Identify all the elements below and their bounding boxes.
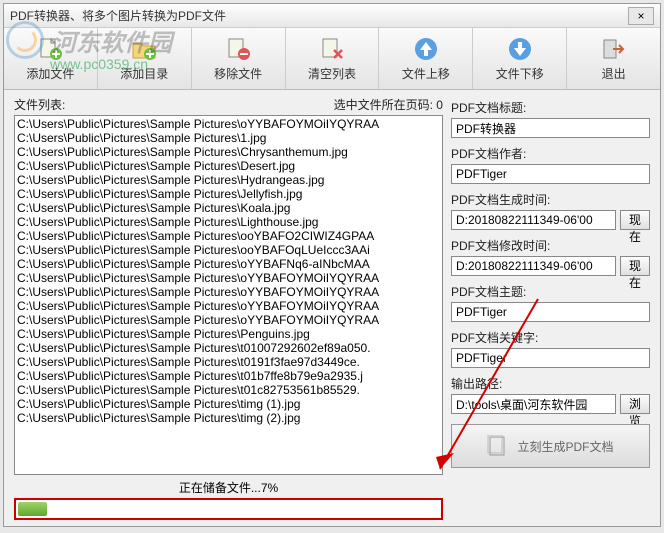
list-item[interactable]: C:\Users\Public\Pictures\Sample Pictures…	[17, 299, 440, 313]
arrow-up-icon	[413, 36, 439, 62]
file-list-label: 文件列表:	[14, 96, 65, 113]
pdf-author-input[interactable]	[451, 164, 650, 184]
arrow-down-icon	[507, 36, 533, 62]
list-item[interactable]: C:\Users\Public\Pictures\Sample Pictures…	[17, 313, 440, 327]
pdf-icon	[487, 435, 509, 457]
browse-button[interactable]: 浏览	[620, 394, 650, 414]
content: 文件列表: 选中文件所在页码: 0 C:\Users\Public\Pictur…	[4, 90, 660, 526]
list-item[interactable]: C:\Users\Public\Pictures\Sample Pictures…	[17, 215, 440, 229]
file-list[interactable]: C:\Users\Public\Pictures\Sample Pictures…	[14, 115, 443, 475]
list-item[interactable]: C:\Users\Public\Pictures\Sample Pictures…	[17, 243, 440, 257]
pdf-title-input[interactable]	[451, 118, 650, 138]
folder-icon	[131, 36, 157, 62]
progress-text: 正在储备文件...7%	[14, 479, 443, 496]
add-file-label: 添加文件	[26, 65, 74, 82]
add-file-button[interactable]: 添加文件	[4, 28, 98, 89]
clear-icon	[319, 36, 345, 62]
list-item[interactable]: C:\Users\Public\Pictures\Sample Pictures…	[17, 411, 440, 425]
progress-bar-fill	[18, 502, 47, 516]
pdf-author-label: PDF文档作者:	[451, 145, 650, 162]
add-file-icon	[37, 36, 63, 62]
modified-now-button[interactable]: 现在	[620, 256, 650, 276]
progress-bar-container	[14, 498, 443, 520]
clear-list-button[interactable]: 清空列表	[286, 28, 380, 89]
left-panel: 文件列表: 选中文件所在页码: 0 C:\Users\Public\Pictur…	[4, 90, 449, 526]
close-button[interactable]: ×	[628, 7, 654, 25]
pdf-subject-input[interactable]	[451, 302, 650, 322]
generate-label: 立刻生成PDF文档	[517, 438, 613, 455]
pdf-created-label: PDF文档生成时间:	[451, 191, 650, 208]
exit-label: 退出	[602, 65, 626, 82]
output-path-input[interactable]	[451, 394, 616, 414]
add-dir-button[interactable]: 添加目录	[98, 28, 192, 89]
page-number-wrap: 选中文件所在页码: 0	[334, 96, 443, 113]
created-now-button[interactable]: 现在	[620, 210, 650, 230]
pdf-subject-label: PDF文档主题:	[451, 283, 650, 300]
right-panel: PDF文档标题: PDF文档作者: PDF文档生成时间: 现在 PDF文档修改时…	[449, 90, 660, 526]
file-down-label: 文件下移	[496, 65, 544, 82]
remove-file-button[interactable]: 移除文件	[192, 28, 286, 89]
file-up-label: 文件上移	[402, 65, 450, 82]
pdf-keywords-input[interactable]	[451, 348, 650, 368]
pdf-title-label: PDF文档标题:	[451, 99, 650, 116]
list-item[interactable]: C:\Users\Public\Pictures\Sample Pictures…	[17, 173, 440, 187]
remove-icon	[225, 36, 251, 62]
pdf-modified-input[interactable]	[451, 256, 616, 276]
list-item[interactable]: C:\Users\Public\Pictures\Sample Pictures…	[17, 271, 440, 285]
list-item[interactable]: C:\Users\Public\Pictures\Sample Pictures…	[17, 341, 440, 355]
close-icon: ×	[637, 9, 644, 23]
list-item[interactable]: C:\Users\Public\Pictures\Sample Pictures…	[17, 397, 440, 411]
list-item[interactable]: C:\Users\Public\Pictures\Sample Pictures…	[17, 285, 440, 299]
file-down-button[interactable]: 文件下移	[473, 28, 567, 89]
output-path-label: 输出路径:	[451, 375, 650, 392]
exit-button[interactable]: 退出	[567, 28, 660, 89]
clear-list-label: 清空列表	[308, 65, 356, 82]
list-item[interactable]: C:\Users\Public\Pictures\Sample Pictures…	[17, 257, 440, 271]
list-item[interactable]: C:\Users\Public\Pictures\Sample Pictures…	[17, 369, 440, 383]
pdf-created-input[interactable]	[451, 210, 616, 230]
list-item[interactable]: C:\Users\Public\Pictures\Sample Pictures…	[17, 229, 440, 243]
pdf-keywords-label: PDF文档关键字:	[451, 329, 650, 346]
list-item[interactable]: C:\Users\Public\Pictures\Sample Pictures…	[17, 187, 440, 201]
add-dir-label: 添加目录	[120, 65, 168, 82]
generate-pdf-button[interactable]: 立刻生成PDF文档	[451, 424, 650, 468]
remove-file-label: 移除文件	[214, 65, 262, 82]
page-value: 0	[436, 98, 443, 112]
list-item[interactable]: C:\Users\Public\Pictures\Sample Pictures…	[17, 159, 440, 173]
list-item[interactable]: C:\Users\Public\Pictures\Sample Pictures…	[17, 355, 440, 369]
window-title: PDF转换器、将多个图片转换为PDF文件	[10, 7, 628, 24]
list-item[interactable]: C:\Users\Public\Pictures\Sample Pictures…	[17, 131, 440, 145]
list-item[interactable]: C:\Users\Public\Pictures\Sample Pictures…	[17, 201, 440, 215]
toolbar: 添加文件 添加目录 移除文件 清空列表 文件上移 文件下移 退出	[4, 28, 660, 90]
list-item[interactable]: C:\Users\Public\Pictures\Sample Pictures…	[17, 145, 440, 159]
exit-icon	[601, 36, 627, 62]
list-item[interactable]: C:\Users\Public\Pictures\Sample Pictures…	[17, 327, 440, 341]
list-item[interactable]: C:\Users\Public\Pictures\Sample Pictures…	[17, 117, 440, 131]
titlebar: PDF转换器、将多个图片转换为PDF文件 ×	[4, 4, 660, 28]
page-label: 选中文件所在页码:	[334, 98, 433, 112]
list-item[interactable]: C:\Users\Public\Pictures\Sample Pictures…	[17, 383, 440, 397]
left-header: 文件列表: 选中文件所在页码: 0	[14, 96, 443, 113]
main-window: PDF转换器、将多个图片转换为PDF文件 × 添加文件 添加目录 移除文件 清空…	[3, 3, 661, 527]
file-up-button[interactable]: 文件上移	[379, 28, 473, 89]
pdf-modified-label: PDF文档修改时间:	[451, 237, 650, 254]
